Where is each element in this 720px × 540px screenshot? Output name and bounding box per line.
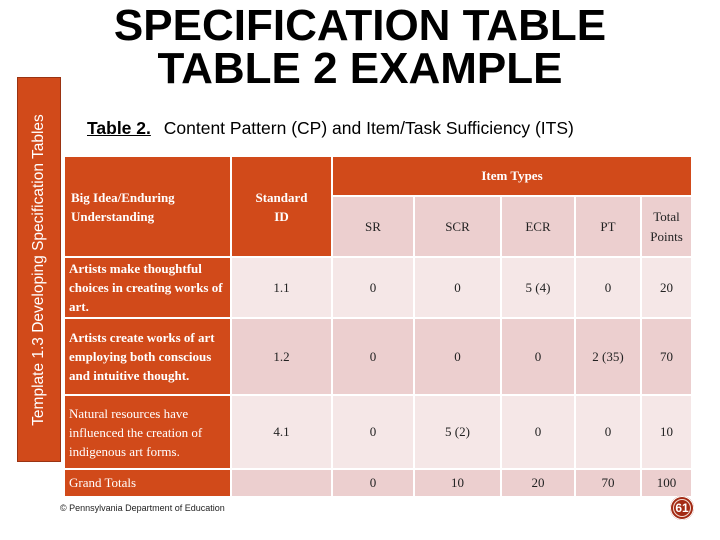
row-big-idea: Artists make thoughtful choices in creat… — [65, 258, 230, 317]
header-scr: SCR — [415, 197, 500, 256]
header-standard-id: Standard ID — [232, 157, 331, 256]
table-row: Artists make thoughtful choices in creat… — [65, 258, 691, 317]
header-item-types: Item Types — [333, 157, 691, 195]
table-caption-label: Table 2. — [87, 118, 151, 138]
specification-table: Big Idea/Enduring Understanding Standard… — [63, 155, 693, 498]
page-title-line2: TABLE 2 EXAMPLE — [157, 44, 563, 93]
grand-totals-total: 100 — [642, 470, 691, 496]
table-caption-text: Content Pattern (CP) and Item/Task Suffi… — [163, 118, 574, 138]
header-total-points: Total Points — [642, 197, 691, 256]
row-sr: 0 — [333, 396, 413, 468]
row-standard-id: 4.1 — [232, 396, 331, 468]
row-total: 20 — [642, 258, 691, 317]
grand-totals-standard-id — [232, 470, 331, 496]
row-pt: 0 — [576, 396, 640, 468]
page-title: SPECIFICATION TABLE TABLE 2 EXAMPLE — [90, 1, 630, 93]
grand-totals-ecr: 20 — [502, 470, 574, 496]
row-big-idea: Natural resources have influenced the cr… — [65, 396, 230, 468]
row-pt: 2 (35) — [576, 319, 640, 394]
header-sr: SR — [333, 197, 413, 256]
page-number-badge: 61 — [670, 496, 694, 520]
row-total: 70 — [642, 319, 691, 394]
row-ecr: 5 (4) — [502, 258, 574, 317]
header-ecr: ECR — [502, 197, 574, 256]
grand-totals-scr: 10 — [415, 470, 500, 496]
page-title-line1: SPECIFICATION TABLE — [113, 1, 607, 50]
row-standard-id: 1.1 — [232, 258, 331, 317]
row-ecr: 0 — [502, 396, 574, 468]
grand-totals-pt: 70 — [576, 470, 640, 496]
row-scr: 5 (2) — [415, 396, 500, 468]
row-ecr: 0 — [502, 319, 574, 394]
row-standard-id: 1.2 — [232, 319, 331, 394]
grand-totals-sr: 0 — [333, 470, 413, 496]
header-pt: PT — [576, 197, 640, 256]
grand-totals-label: Grand Totals — [65, 470, 230, 496]
grand-totals-row: Grand Totals 0 10 20 70 100 — [65, 470, 691, 496]
table-row: Artists create works of art employing bo… — [65, 319, 691, 394]
header-big-idea: Big Idea/Enduring Understanding — [65, 157, 230, 256]
table-row: Natural resources have influenced the cr… — [65, 396, 691, 468]
row-scr: 0 — [415, 258, 500, 317]
sidebar-banner: Template 1.3 Developing Specification Ta… — [17, 77, 61, 462]
sidebar-label: Template 1.3 Developing Specification Ta… — [30, 113, 47, 426]
copyright-footer: © Pennsylvania Department of Education — [60, 503, 225, 513]
row-pt: 0 — [576, 258, 640, 317]
row-sr: 0 — [333, 319, 413, 394]
page-number: 61 — [675, 501, 689, 515]
row-scr: 0 — [415, 319, 500, 394]
table-caption: Table 2. Content Pattern (CP) and Item/T… — [87, 118, 574, 139]
row-big-idea: Artists create works of art employing bo… — [65, 319, 230, 394]
row-total: 10 — [642, 396, 691, 468]
row-sr: 0 — [333, 258, 413, 317]
